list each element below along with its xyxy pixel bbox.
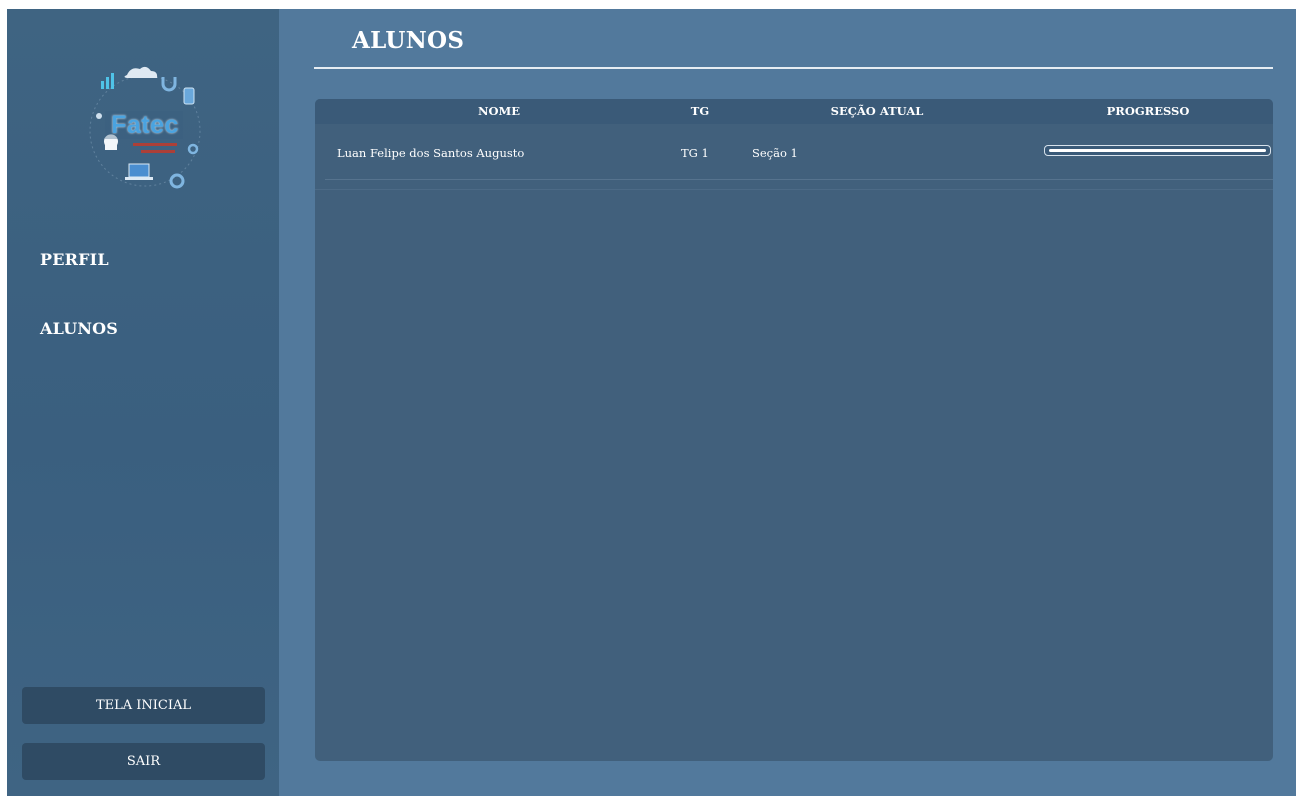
student-progress-bar (1044, 145, 1271, 156)
students-table: NOME TG SEÇÃO ATUAL PROGRESSO Luan Felip… (315, 99, 1273, 761)
table-header: NOME TG SEÇÃO ATUAL PROGRESSO (315, 99, 1273, 124)
page-title: ALUNOS (352, 27, 465, 54)
column-header-progresso: PROGRESSO (1106, 104, 1190, 118)
fatec-logo: Fatec (85, 61, 205, 201)
row-divider (315, 189, 1273, 190)
logout-button[interactable]: SAIR (22, 743, 265, 780)
column-header-nome: NOME (477, 104, 521, 118)
progress-fill (1049, 149, 1266, 152)
student-current-section: Seção 1 (752, 146, 798, 160)
sidebar-item-perfil[interactable]: PERFIL (40, 250, 109, 269)
sidebar: Fatec PERFIL ALUNOS TELA INICIAL SAIR (7, 9, 279, 796)
logo-wordmark: Fatec (111, 111, 179, 139)
title-divider (314, 67, 1273, 69)
column-header-tg: TG (690, 104, 710, 118)
sidebar-item-alunos[interactable]: ALUNOS (40, 319, 118, 338)
home-screen-button[interactable]: TELA INICIAL (22, 687, 265, 724)
app-window: Fatec PERFIL ALUNOS TELA INICIAL SAIR AL… (7, 9, 1296, 796)
logo-subtitle-mark (133, 143, 177, 146)
student-name: Luan Felipe dos Santos Augusto (337, 146, 525, 160)
student-tg: TG 1 (681, 146, 709, 160)
logo-subtitle-mark-2 (141, 150, 175, 153)
column-header-secao-atual: SEÇÃO ATUAL (830, 104, 924, 118)
table-row[interactable]: Luan Felipe dos Santos Augusto TG 1 Seçã… (325, 125, 1273, 180)
